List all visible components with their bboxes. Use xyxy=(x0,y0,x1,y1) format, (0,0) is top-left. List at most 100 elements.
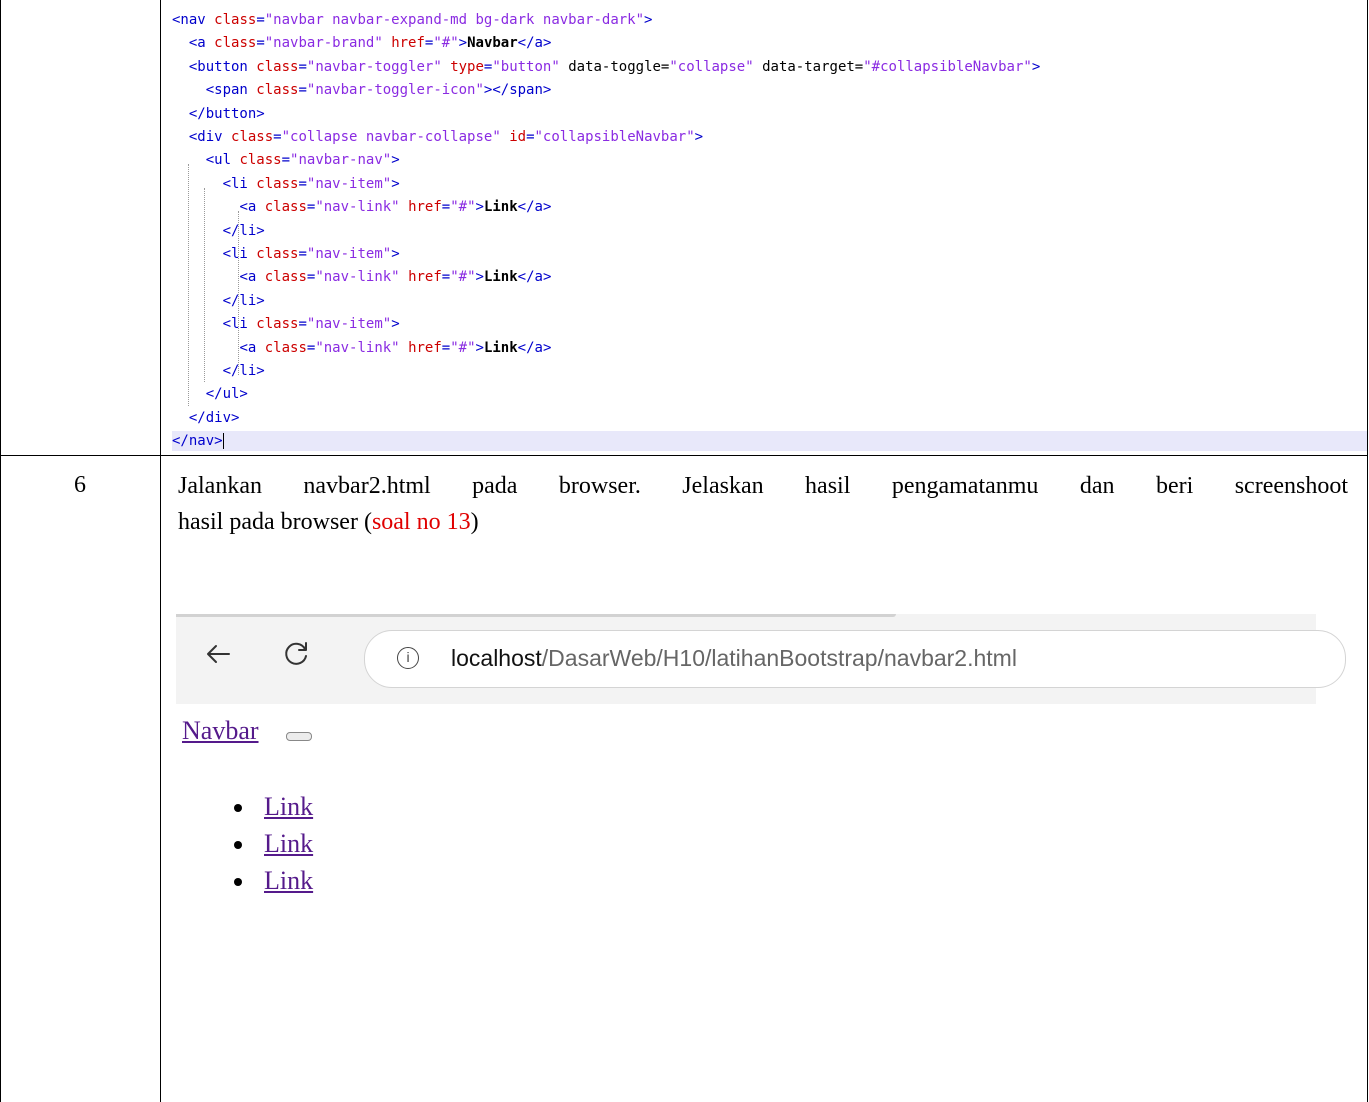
code-token: <a xyxy=(239,269,265,286)
code-token: <a xyxy=(239,339,265,356)
browser-toolbar: i localhost/DasarWeb/H10/latihanBootstra… xyxy=(176,614,1346,704)
code-token: > xyxy=(391,246,400,262)
code-token: = xyxy=(441,269,451,286)
code-token: <li xyxy=(222,316,257,333)
nav-link[interactable]: Link xyxy=(264,792,313,821)
code-token: "#collapsibleNavbar" xyxy=(863,58,1032,75)
code-token: </li> xyxy=(222,292,265,309)
code-token: "collapse navbar-collapse" xyxy=(281,129,501,145)
code-token: class xyxy=(256,175,299,192)
code-token: id xyxy=(509,129,527,145)
code-token: <li xyxy=(222,246,257,262)
code-token: Link xyxy=(483,269,518,286)
row-number: 6 xyxy=(74,472,86,498)
code-token: "#" xyxy=(450,269,476,286)
code-token: "#" xyxy=(450,339,476,356)
url-path: /DasarWeb/H10/latihanBootstrap/navbar2.h… xyxy=(541,645,1017,671)
code-token: Link xyxy=(483,339,518,356)
code-token: = xyxy=(298,316,307,333)
code-token: ></span> xyxy=(483,82,552,99)
code-token: href xyxy=(408,269,442,286)
code-token: > xyxy=(694,129,704,145)
code-token: class xyxy=(256,246,299,262)
code-token: > xyxy=(1031,58,1041,75)
code-token: class xyxy=(264,339,307,356)
code-line: <a class="nav-link" href="#">Link</a> xyxy=(172,338,551,358)
address-bar[interactable]: i localhost/DasarWeb/H10/latihanBootstra… xyxy=(364,630,1346,688)
list-item: Link xyxy=(228,862,313,899)
back-arrow-icon[interactable] xyxy=(198,634,238,674)
code-token: data-toggle= xyxy=(559,58,670,75)
code-token: "nav-link" xyxy=(315,339,400,356)
code-token: <button xyxy=(188,58,257,75)
navbar-toggler-button[interactable] xyxy=(286,732,312,741)
code-line: </div> xyxy=(172,408,240,428)
code-token: <div xyxy=(188,129,232,145)
nav-link-list: Link Link Link xyxy=(228,788,313,899)
browser-tab-edge xyxy=(176,614,896,617)
code-line: <li class="nav-item"> xyxy=(172,174,400,194)
nav-link[interactable]: Link xyxy=(264,829,313,858)
code-token: class xyxy=(256,82,299,99)
code-line: <span class="navbar-toggler-icon"></span… xyxy=(172,80,552,100)
code-token: class xyxy=(264,199,307,216)
code-token: href xyxy=(408,199,442,216)
document-table: <nav class="navbar navbar-expand-md bg-d… xyxy=(0,0,1369,1102)
url-host: localhost xyxy=(451,645,542,671)
code-token: "collapse" xyxy=(669,58,754,75)
code-token: > xyxy=(475,339,484,356)
code-line: <div class="collapse navbar-collapse" id… xyxy=(172,127,703,147)
code-token: </div> xyxy=(188,409,240,426)
code-line: </li> xyxy=(172,221,265,241)
instruction-text: Jalankan navbar2.html pada browser. Jela… xyxy=(178,468,1348,540)
code-token: <span xyxy=(205,82,257,99)
list-item: Link xyxy=(228,825,313,862)
code-token: </a> xyxy=(517,199,552,216)
code-token: <a xyxy=(239,199,265,216)
code-token: Link xyxy=(483,199,518,216)
code-token: class xyxy=(256,58,299,75)
instruction-prefix: hasil pada browser ( xyxy=(178,509,372,535)
code-token: "nav-item" xyxy=(306,175,392,192)
instruction-line-1: Jalankan navbar2.html pada browser. Jela… xyxy=(178,473,1348,499)
code-token: "nav-item" xyxy=(306,246,392,262)
code-token: = xyxy=(298,175,307,192)
code-token: class xyxy=(256,316,299,333)
code-token: = xyxy=(256,12,265,28)
code-token: class xyxy=(239,152,282,169)
code-token: </a> xyxy=(517,35,552,52)
reload-icon[interactable] xyxy=(276,634,316,674)
code-line: <ul class="navbar-nav"> xyxy=(172,150,400,170)
code-token: </a> xyxy=(517,339,552,356)
code-token: = xyxy=(256,35,265,52)
table-row-divider xyxy=(0,455,1368,456)
indent-guide xyxy=(188,164,189,406)
code-token: = xyxy=(526,129,535,145)
code-token: "collapsibleNavbar" xyxy=(534,129,695,145)
code-line: </button> xyxy=(172,104,265,124)
code-token: class xyxy=(214,35,257,52)
code-token: = xyxy=(298,58,307,75)
instruction-line-2: hasil pada browser (soal no 13) xyxy=(178,504,1348,540)
indent-guide xyxy=(204,187,205,383)
nav-link[interactable]: Link xyxy=(264,866,313,895)
code-token: > xyxy=(391,316,400,333)
info-icon[interactable]: i xyxy=(397,647,419,669)
code-line: </ul> xyxy=(172,384,248,404)
navbar-brand-link[interactable]: Navbar xyxy=(182,714,259,748)
code-token: "navbar navbar-expand-md bg-dark navbar-… xyxy=(264,12,645,28)
url-text[interactable]: localhost/DasarWeb/H10/latihanBootstrap/… xyxy=(451,643,1017,673)
